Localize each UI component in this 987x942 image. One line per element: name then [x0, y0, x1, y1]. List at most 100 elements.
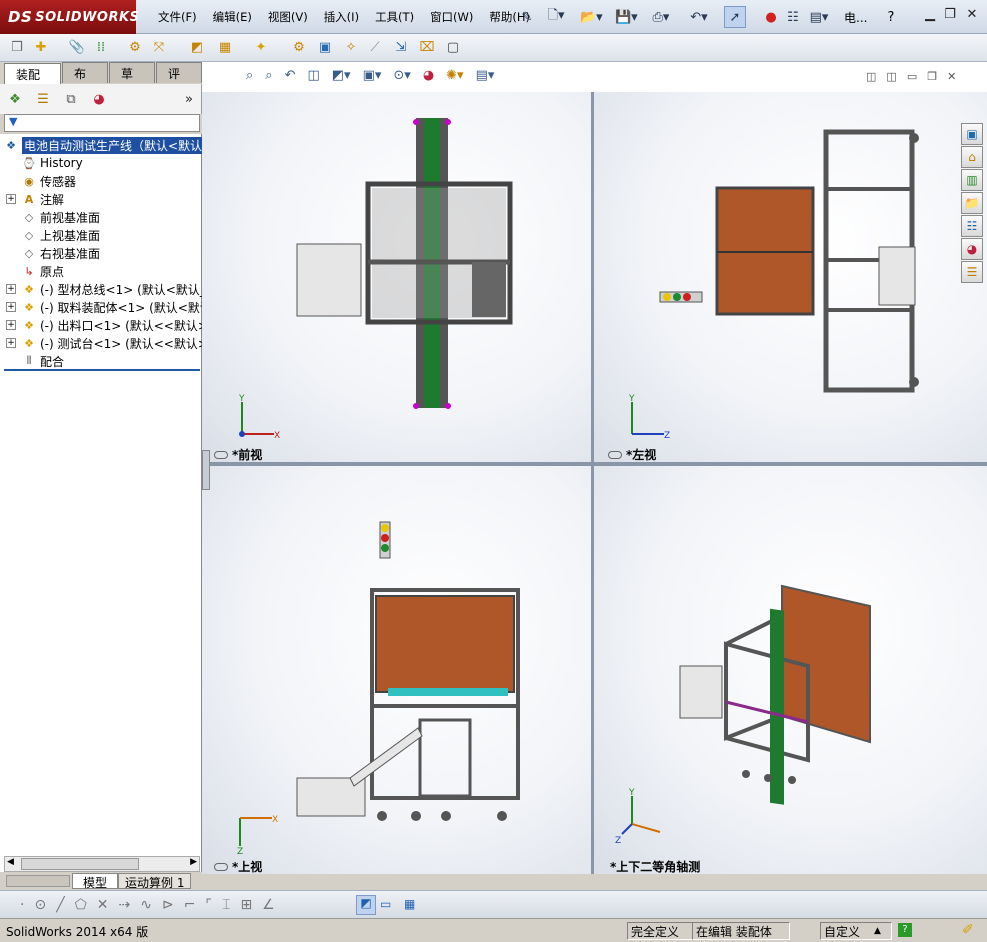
shaded-display-icon[interactable]: ◩ — [356, 895, 376, 915]
bill-of-materials-icon[interactable]: ▣ — [316, 38, 334, 56]
link-view-icon[interactable] — [214, 862, 228, 871]
feature-manager-icon[interactable]: ❖ — [6, 90, 24, 108]
two-view-icon[interactable]: ◫ — [886, 70, 896, 86]
new-motion-study-icon[interactable]: ⚙ — [290, 38, 308, 56]
menu-insert[interactable]: 插入(I) — [316, 9, 367, 25]
save-icon[interactable]: 💾▾ — [615, 6, 638, 28]
offset-icon[interactable]: ∿ — [140, 897, 152, 913]
select-icon[interactable]: ➚ — [724, 6, 746, 28]
menu-tools[interactable]: 工具(T) — [367, 9, 422, 25]
viewport-top[interactable]: X Z *上视 — [202, 466, 591, 874]
assembly-features-icon[interactable]: ▦ — [216, 38, 234, 56]
tree-item-right-plane[interactable]: ◇ 右视基准面 — [18, 244, 100, 262]
scroll-right-icon[interactable]: ▶ — [190, 857, 197, 867]
viewport-left[interactable]: Y Z *左视 — [594, 92, 987, 462]
expand-panel-icon[interactable]: » — [180, 90, 198, 108]
rebuild-icon[interactable]: ● — [760, 6, 782, 28]
tile-view-icon[interactable]: ❐ — [927, 70, 937, 86]
tab-model[interactable]: 模型 — [72, 873, 119, 890]
solidworks-logo[interactable]: DS SOLIDWORKS — [0, 0, 139, 34]
move-component-icon[interactable]: ⤧ — [150, 38, 168, 56]
trim-icon[interactable]: ✕ — [97, 897, 109, 913]
tab-motion-study[interactable]: 运动算例 1 — [118, 873, 192, 890]
options-icon[interactable]: ☷ — [782, 6, 804, 28]
show-hidden-icon[interactable]: ◩ — [188, 38, 206, 56]
menu-file[interactable]: 文件(F) — [150, 9, 205, 25]
vertical-splitter[interactable] — [591, 92, 594, 874]
tree-item-outlet[interactable]: + ❖ (-) 出料口<1> (默认<<默认>_ — [0, 316, 214, 334]
take-snapshot-icon[interactable]: ▢ — [444, 38, 462, 56]
polygon-icon[interactable]: ⬠ — [75, 897, 87, 913]
single-view-icon[interactable]: ◫ — [866, 70, 876, 86]
line-icon[interactable]: ╱ — [56, 897, 64, 913]
point-icon[interactable]: · — [20, 897, 24, 913]
minimize-icon[interactable]: ▁ — [920, 7, 940, 22]
property-manager-icon[interactable]: ☰ — [34, 90, 52, 108]
undo-icon[interactable]: ↶▾ — [688, 6, 710, 28]
smart-fasteners-icon[interactable]: ⚙ — [126, 38, 144, 56]
link-view-icon[interactable] — [608, 450, 622, 459]
hide-show-icon[interactable]: ⊙▾ — [393, 68, 410, 88]
close-icon[interactable]: ✕ — [962, 7, 982, 22]
expand-toggle[interactable]: + — [6, 302, 16, 312]
document-title[interactable]: 电... — [844, 6, 867, 28]
insert-component-icon[interactable]: ✚ — [32, 38, 50, 56]
print-icon[interactable]: ⎙▾ — [650, 6, 672, 28]
view-orientation-icon[interactable]: ◩▾ — [332, 68, 351, 88]
tree-filter[interactable]: ▼ — [4, 114, 200, 132]
minimize-view-icon[interactable]: ▭ — [907, 70, 917, 86]
configuration-manager-icon[interactable]: ⧉ — [62, 90, 80, 108]
mate-icon[interactable]: 📎 — [68, 38, 86, 56]
units-selector[interactable]: 自定义 ▲ — [820, 922, 892, 940]
viewport-isometric[interactable]: Y Z *上下二等角轴测 — [594, 466, 987, 874]
menu-window[interactable]: 窗口(W) — [422, 9, 481, 25]
scroll-thumb[interactable] — [21, 858, 139, 870]
open-file-icon[interactable]: 📂▾ — [580, 6, 603, 28]
home-icon[interactable]: ⌂ — [961, 146, 983, 168]
tree-item-sensors[interactable]: ◉ 传感器 — [18, 172, 76, 190]
scroll-left-icon[interactable]: ◀ — [7, 857, 14, 867]
instant3d-icon[interactable]: ⇲ — [392, 38, 410, 56]
file-properties-icon[interactable]: ▤▾ — [808, 6, 830, 28]
restore-icon[interactable]: ❐ — [940, 7, 960, 22]
tree-root-assembly[interactable]: ❖ 电池自动测试生产线（默认<默认 — [0, 136, 205, 154]
mirror-icon[interactable]: ⊳ — [162, 897, 174, 913]
explode-line-icon[interactable]: ⟋ — [366, 38, 384, 56]
tree-item-test-bench[interactable]: + ❖ (-) 测试台<1> (默认<<默认>_ — [0, 334, 214, 352]
corner-icon[interactable]: ⌜ — [205, 897, 212, 913]
dimension-icon[interactable]: ⌶ — [222, 897, 230, 913]
zoom-area-icon[interactable]: ⌕ — [265, 68, 272, 88]
angle-icon[interactable]: ∠ — [262, 897, 275, 913]
tree-item-origin[interactable]: ↳ 原点 — [18, 262, 64, 280]
menu-view[interactable]: 视图(V) — [260, 9, 316, 25]
expand-toggle[interactable]: + — [6, 194, 16, 204]
zoom-to-fit-icon[interactable]: ⌕ — [246, 68, 253, 88]
reference-geometry-icon[interactable]: ✦ — [252, 38, 270, 56]
tree-item-history[interactable]: ⌚ History — [18, 154, 83, 172]
edit-component-icon[interactable]: ❒ — [8, 38, 26, 56]
solidworks-resources-icon[interactable]: ▣ — [961, 123, 983, 145]
expand-toggle[interactable]: + — [6, 338, 16, 348]
display-manager-icon[interactable]: ◕ — [90, 90, 108, 108]
expand-toggle[interactable]: + — [6, 284, 16, 294]
fillet-icon[interactable]: ⌐ — [184, 897, 196, 913]
units-arrow-icon[interactable]: ▲ — [874, 926, 881, 936]
tab-assembly[interactable]: 装配体 — [4, 63, 61, 99]
tree-item-profile-bus[interactable]: + ❖ (-) 型材总线<1> (默认<默认_显 — [0, 280, 218, 298]
tab-layout[interactable]: 布局 — [62, 62, 108, 98]
tree-item-pick-assembly[interactable]: + ❖ (-) 取料装配体<1> (默认<默认 — [0, 298, 212, 316]
single-window-icon[interactable]: ▭ — [380, 897, 391, 911]
tree-item-front-plane[interactable]: ◇ 前视基准面 — [18, 208, 100, 226]
tree-horizontal-scrollbar[interactable]: ◀ ▶ — [4, 856, 200, 872]
link-view-icon[interactable] — [214, 450, 228, 459]
design-library-icon[interactable]: ▥ — [961, 169, 983, 191]
collapse-panel-handle[interactable] — [202, 450, 210, 490]
viewport-front[interactable]: Y X *前视 — [202, 92, 591, 462]
appearance-icon[interactable]: ◕ — [423, 68, 434, 88]
grid-icon[interactable]: ⊞ — [240, 897, 252, 913]
view-palette-icon[interactable]: ☷ — [961, 215, 983, 237]
custom-properties-icon[interactable]: ☰ — [961, 261, 983, 283]
rebuild-status-icon[interactable]: ✐ — [962, 922, 974, 938]
horizontal-splitter[interactable] — [202, 462, 987, 466]
tab-scroll-buttons[interactable] — [6, 875, 70, 887]
